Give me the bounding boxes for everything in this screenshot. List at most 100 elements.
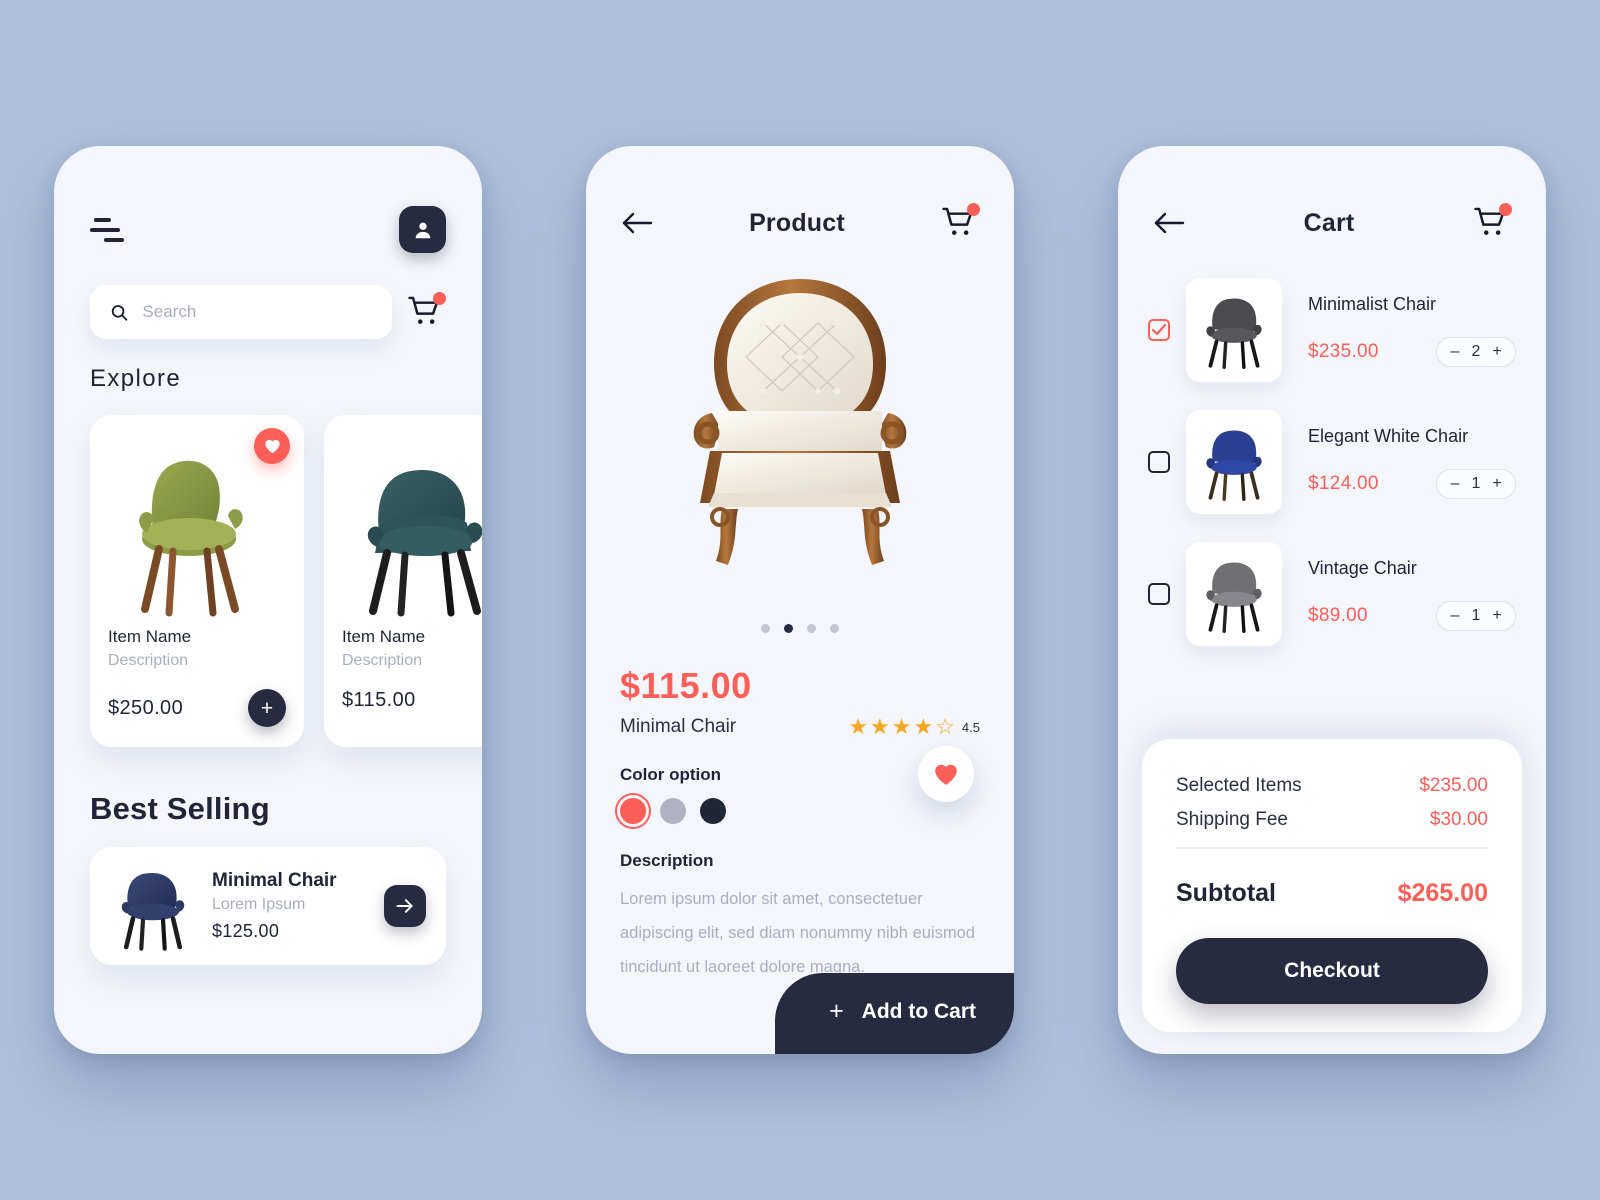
decrement-button[interactable]: – [1450,607,1460,625]
favorite-button[interactable] [254,428,290,464]
heart-icon [264,439,280,454]
shipping-fee-label: Shipping Fee [1176,809,1288,831]
quantity-stepper: – 2 + [1436,336,1516,367]
cart-item-name: Minimalist Chair [1308,293,1437,314]
plus-icon: + [829,997,844,1025]
search-row [54,253,482,339]
carousel-dot-4[interactable] [830,624,839,633]
summary-selected-items-row: Selected Items $235.00 [1176,775,1488,797]
description-text: Lorem ipsum dolor sit amet, consectetuer… [620,890,975,976]
decrement-button[interactable]: – [1450,475,1460,493]
best-selling-subtitle: Lorem Ipsum [212,896,306,913]
color-swatch-grey[interactable] [660,798,686,824]
cart-button-product[interactable] [940,203,980,242]
page-title: Product [749,208,845,237]
item-checkbox[interactable] [1148,319,1170,341]
quantity-value: 2 [1471,342,1481,360]
heart-icon [935,764,957,785]
cart-button-cart[interactable] [1472,203,1512,242]
cart-item-bottom: $235.00 – 2 + [1308,336,1516,367]
subtotal-label: Subtotal [1176,879,1276,907]
cart-item-image [1186,542,1282,646]
cart-item-info: Elegant White Chair $124.00 – 1 + [1298,426,1516,499]
home-screen: Explore [54,146,482,1054]
order-summary-panel: Selected Items $235.00 Shipping Fee $30.… [1142,739,1522,1032]
cart-items-list: Minimalist Chair $235.00 – 2 + Elegant W… [1118,242,1546,660]
color-swatch-coral[interactable] [620,798,646,824]
checkout-button[interactable]: Checkout [1176,938,1488,1004]
page-title: Cart [1303,208,1355,237]
add-to-cart-button[interactable]: + Add to Cart [775,973,1014,1054]
item-checkbox[interactable] [1148,583,1170,605]
search-box[interactable] [90,285,392,339]
arrow-right-icon [396,899,413,913]
increment-button[interactable]: + [1492,475,1502,493]
carousel-dot-1[interactable] [761,624,770,633]
cart-badge-dot [433,292,446,305]
cart-badge-dot [1499,203,1512,216]
decrement-button[interactable]: – [1450,343,1460,361]
hamburger-menu-icon[interactable] [90,217,124,242]
product-card[interactable]: Item Name Description $250.00 + [90,415,304,747]
cart-item-row: Minimalist Chair $235.00 – 2 + [1148,264,1516,396]
back-button[interactable] [1152,210,1186,236]
quantity-value: 1 [1471,474,1481,492]
product-name: Minimal Chair [620,716,737,737]
cart-button-home[interactable] [406,292,446,331]
quantity-stepper: – 1 + [1436,468,1516,499]
increment-button[interactable]: + [1492,607,1502,625]
product-screen: Product $115.00 Minimal Chair ★ ★ ★ ★ ☆ … [586,146,1014,1054]
favorite-button[interactable] [918,746,974,802]
screens-stage: Explore [0,0,1600,1200]
cart-item-bottom: $124.00 – 1 + [1308,468,1516,499]
cart-header: Cart [1118,146,1546,242]
best-selling-price: $125.00 [212,921,280,941]
back-button[interactable] [620,210,654,236]
star-filled-icon: ★ [891,714,912,739]
check-icon [1152,324,1166,336]
menu-line-2 [90,227,120,232]
product-details: $115.00 Minimal Chair ★ ★ ★ ★ ☆ 4.5 Colo… [586,665,1014,984]
increment-button[interactable]: + [1492,343,1502,361]
star-filled-icon: ★ [913,714,934,739]
cart-item-info: Vintage Chair $89.00 – 1 + [1298,558,1516,631]
summary-shipping-row: Shipping Fee $30.00 [1176,809,1488,831]
search-input[interactable] [142,302,372,322]
product-footer: $250.00 + [108,689,286,727]
subtotal-value: $265.00 [1397,879,1488,907]
menu-line-3 [104,237,124,242]
add-to-cart-button[interactable]: + [248,689,286,727]
rating-value: 4.5 [961,719,980,735]
best-selling-card[interactable]: Minimal Chair Lorem Ipsum $125.00 [90,847,446,965]
cart-item-image [1186,410,1282,514]
best-selling-info: Minimal Chair Lorem Ipsum $125.00 [212,870,368,942]
best-selling-name: Minimal Chair [212,870,337,891]
product-card[interactable]: Item Name Description $115.00 [324,415,482,747]
cart-item-name: Elegant White Chair [1308,425,1469,446]
summary-subtotal-row: Subtotal $265.00 [1176,879,1488,908]
cart-item-row: Elegant White Chair $124.00 – 1 + [1148,396,1516,528]
menu-line-1 [94,217,111,222]
carousel-dot-2[interactable] [784,624,793,633]
item-checkbox[interactable] [1148,451,1170,473]
dark-grey-chair-image [1206,298,1262,369]
home-header [54,146,482,253]
color-swatch-dark-navy[interactable] [700,798,726,824]
product-hero-image [586,250,1014,620]
product-header: Product [586,146,1014,242]
carousel-dot-3[interactable] [807,624,816,633]
quantity-stepper: – 1 + [1436,600,1516,631]
profile-button[interactable] [399,206,446,253]
cart-item-name: Vintage Chair [1308,557,1417,578]
rating: ★ ★ ★ ★ ☆ 4.5 [848,716,980,738]
quantity-value: 1 [1471,606,1481,624]
cart-item-info: Minimalist Chair $235.00 – 2 + [1298,294,1516,367]
product-price: $115.00 [342,689,416,711]
star-empty-icon: ☆ [935,714,955,739]
color-swatches [620,798,980,824]
search-icon [111,304,128,321]
best-selling-go-button[interactable] [384,885,426,927]
best-selling-image [110,863,196,951]
cart-item-price: $235.00 [1308,340,1379,362]
product-description: Description [342,652,423,669]
